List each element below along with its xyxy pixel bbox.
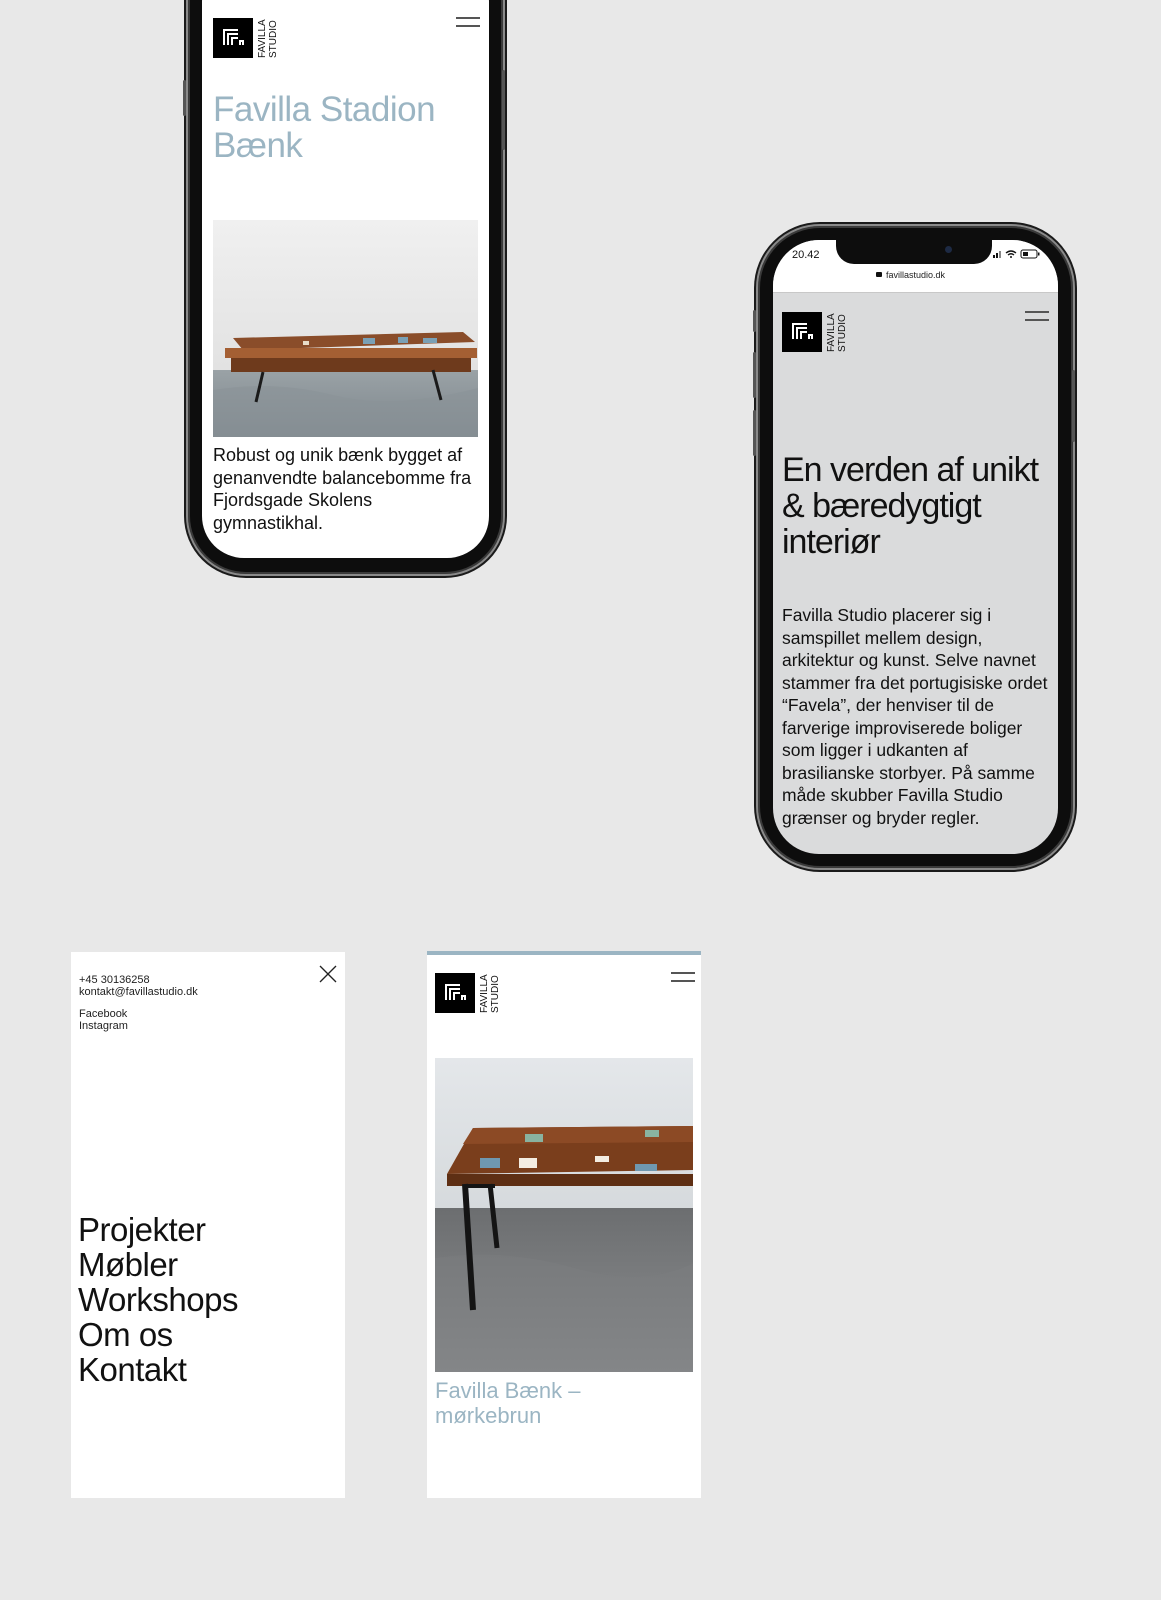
- logo-text: FAVILLA: [257, 19, 268, 58]
- facebook-link[interactable]: Facebook: [79, 1008, 127, 1021]
- nav-item-om-os[interactable]: Om os: [78, 1317, 238, 1352]
- hamburger-menu-icon[interactable]: [456, 17, 480, 27]
- logo[interactable]: FAVILLA STUDIO: [435, 973, 501, 1013]
- camera-icon: [945, 246, 952, 253]
- hamburger-menu-icon[interactable]: [671, 972, 695, 982]
- bench-closeup-photo-icon[interactable]: [435, 1058, 693, 1372]
- logo-text: STUDIO: [490, 975, 501, 1013]
- loading-progress-bar: [427, 951, 701, 955]
- logo-text: FAVILLA: [826, 313, 837, 352]
- nav-item-projekter[interactable]: Projekter: [78, 1212, 238, 1247]
- lock-icon: [876, 272, 882, 277]
- signal-wifi-battery-icon: [993, 249, 1040, 259]
- phone-side-button: [753, 352, 756, 398]
- logo-mark-icon: [782, 312, 822, 352]
- logo-mark-icon: [435, 973, 475, 1013]
- nav-item-kontakt[interactable]: Kontakt: [78, 1352, 238, 1387]
- close-icon[interactable]: [319, 965, 337, 983]
- bench-photo-icon: [213, 220, 478, 437]
- address-bar-url[interactable]: favillastudio.dk: [886, 270, 945, 280]
- logo[interactable]: FAVILLA STUDIO: [782, 312, 848, 352]
- hamburger-menu-icon[interactable]: [1025, 311, 1049, 321]
- contact-email[interactable]: kontakt@favillastudio.dk: [79, 986, 198, 999]
- logo-text: FAVILLA: [479, 974, 490, 1013]
- main-nav: Projekter Møbler Workshops Om os Kontakt: [78, 1212, 238, 1387]
- logo-mark-icon: [213, 18, 253, 58]
- logo-text: STUDIO: [268, 20, 279, 58]
- phone-side-button: [1072, 370, 1075, 442]
- product-description: Robust og unik bænk bygget af genanvendt…: [213, 445, 472, 533]
- nav-item-mobler[interactable]: Møbler: [78, 1247, 238, 1282]
- phone-side-button: [183, 80, 186, 116]
- logo-text: STUDIO: [837, 314, 848, 352]
- product-title: Favilla Stadion Bænk: [213, 90, 436, 165]
- product-card-title[interactable]: Favilla Bænk – mørkebrun: [435, 1378, 675, 1428]
- about-body-text: Favilla Studio placerer sig i samspillet…: [782, 605, 1048, 828]
- logo[interactable]: FAVILLA STUDIO: [213, 18, 279, 58]
- status-time: 20.42: [792, 249, 820, 261]
- contact-phone[interactable]: +45 30136258: [79, 974, 150, 987]
- nav-item-workshops[interactable]: Workshops: [78, 1282, 238, 1317]
- phone-side-button: [502, 70, 505, 150]
- instagram-link[interactable]: Instagram: [79, 1020, 128, 1033]
- menu-panel: +45 30136258 kontakt@favillastudio.dk Fa…: [71, 952, 345, 1498]
- phone-side-button: [753, 310, 756, 332]
- phone-side-button: [753, 410, 756, 456]
- about-heading: En verden af unikt & bæredygtigt interiø…: [782, 451, 1039, 561]
- phone-notch: [836, 240, 992, 264]
